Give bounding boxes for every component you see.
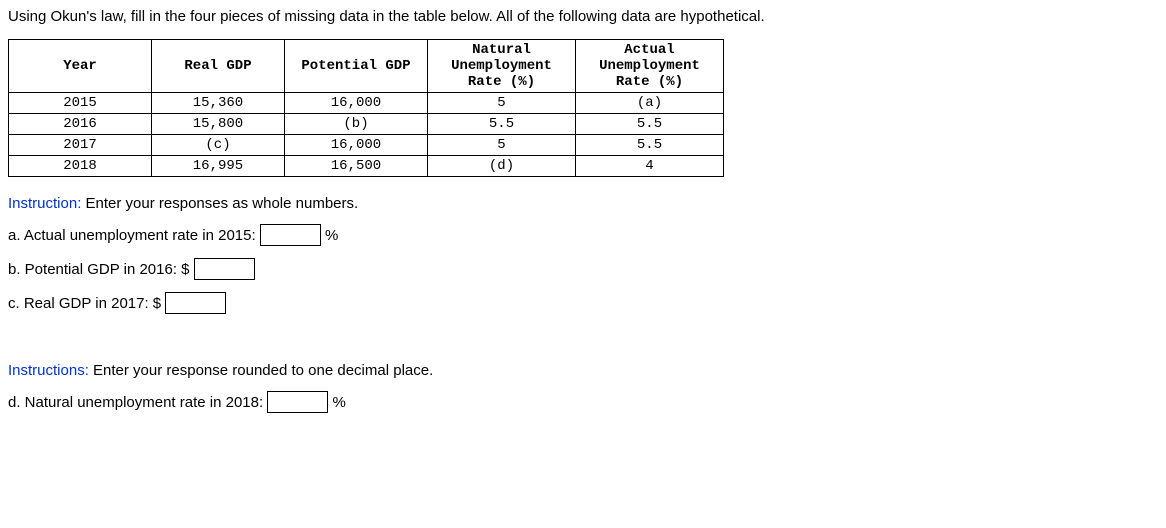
cell-year: 2015 (9, 93, 152, 114)
question-c-label: c. Real GDP in 2017: $ (8, 295, 165, 312)
header-year: Year (9, 40, 152, 93)
question-d: d. Natural unemployment rate in 2018: % (8, 391, 1158, 413)
cell-natural: 5 (428, 93, 576, 114)
question-b-label: b. Potential GDP in 2016: $ (8, 261, 194, 278)
cell-real-gdp: 16,995 (152, 156, 285, 177)
cell-potential-gdp: 16,500 (285, 156, 428, 177)
header-real-gdp: Real GDP (152, 40, 285, 93)
cell-potential-gdp: 16,000 (285, 135, 428, 156)
answer-c-input[interactable] (165, 292, 226, 314)
cell-potential-gdp: (b) (285, 114, 428, 135)
instruction-1-text: Enter your responses as whole numbers. (81, 195, 358, 212)
cell-natural: 5.5 (428, 114, 576, 135)
answer-b-input[interactable] (194, 258, 255, 280)
cell-real-gdp: 15,800 (152, 114, 285, 135)
cell-real-gdp: (c) (152, 135, 285, 156)
cell-actual: 5.5 (576, 114, 724, 135)
cell-actual: (a) (576, 93, 724, 114)
cell-year: 2016 (9, 114, 152, 135)
question-d-label: d. Natural unemployment rate in 2018: (8, 394, 267, 411)
cell-year: 2018 (9, 156, 152, 177)
header-natural: Natural Unemployment Rate (%) (428, 40, 576, 93)
cell-real-gdp: 15,360 (152, 93, 285, 114)
intro-text: Using Okun's law, fill in the four piece… (8, 8, 1158, 25)
answer-d-input[interactable] (267, 391, 328, 413)
cell-actual: 5.5 (576, 135, 724, 156)
data-table: Year Real GDP Potential GDP Natural Unem… (8, 39, 724, 177)
cell-year: 2017 (9, 135, 152, 156)
answer-a-input[interactable] (260, 224, 321, 246)
question-b: b. Potential GDP in 2016: $ (8, 258, 1158, 280)
header-potential-gdp: Potential GDP (285, 40, 428, 93)
question-c: c. Real GDP in 2017: $ (8, 292, 1158, 314)
cell-potential-gdp: 16,000 (285, 93, 428, 114)
table-row: 2018 16,995 16,500 (d) 4 (9, 156, 724, 177)
question-d-suffix: % (328, 394, 346, 411)
question-a: a. Actual unemployment rate in 2015: % (8, 224, 1158, 246)
table-row: 2015 15,360 16,000 5 (a) (9, 93, 724, 114)
instruction-1-label: Instruction: (8, 195, 81, 212)
cell-actual: 4 (576, 156, 724, 177)
table-row: 2017 (c) 16,000 5 5.5 (9, 135, 724, 156)
instruction-2-label: Instructions: (8, 362, 89, 379)
cell-natural: (d) (428, 156, 576, 177)
instruction-2: Instructions: Enter your response rounde… (8, 362, 1158, 379)
header-actual: Actual Unemployment Rate (%) (576, 40, 724, 93)
question-a-label: a. Actual unemployment rate in 2015: (8, 227, 260, 244)
instruction-2-text: Enter your response rounded to one decim… (89, 362, 433, 379)
table-row: 2016 15,800 (b) 5.5 5.5 (9, 114, 724, 135)
instruction-1: Instruction: Enter your responses as who… (8, 195, 1158, 212)
cell-natural: 5 (428, 135, 576, 156)
question-a-suffix: % (321, 227, 339, 244)
